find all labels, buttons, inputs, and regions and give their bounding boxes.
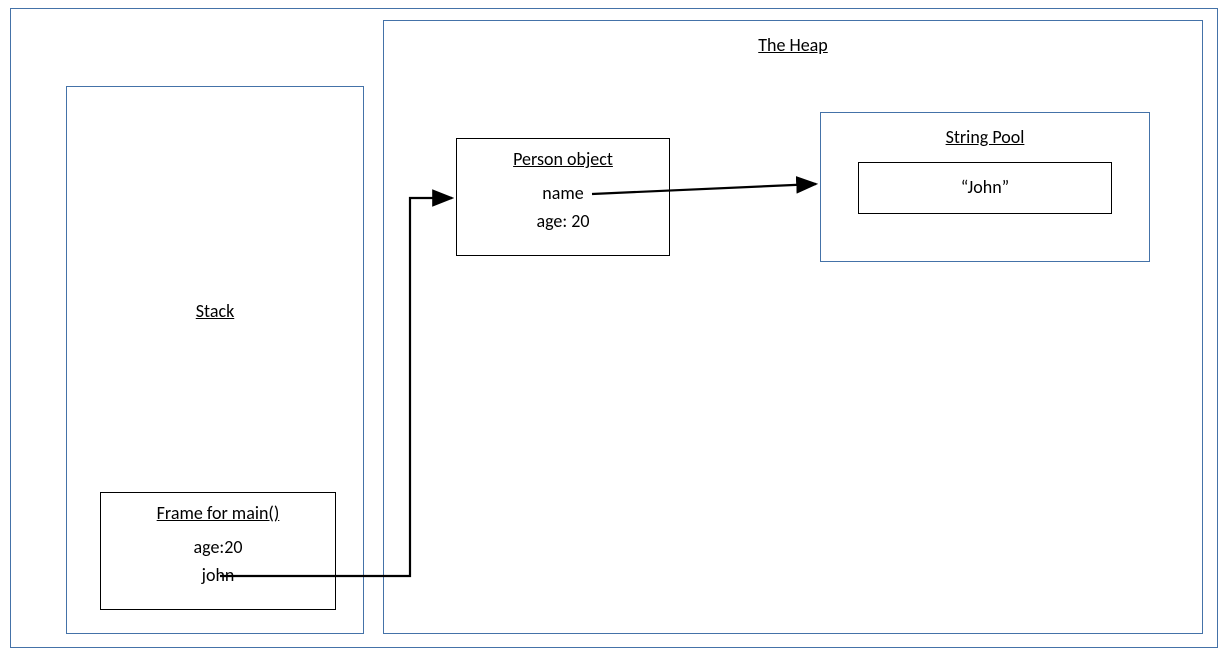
arrow-name-to-string bbox=[0, 0, 1226, 655]
